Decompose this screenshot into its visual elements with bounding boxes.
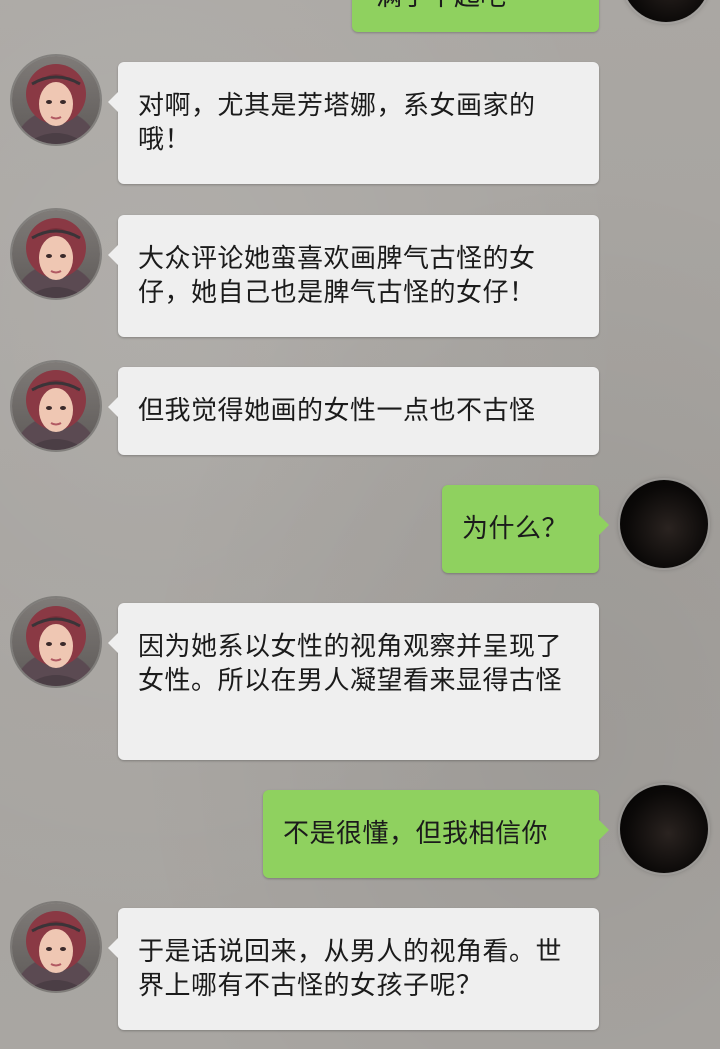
outgoing-message-bubble[interactable]: 为什么？	[442, 485, 609, 573]
contact-avatar[interactable]	[12, 56, 100, 144]
girl-portrait-icon	[26, 911, 86, 991]
self-avatar[interactable]	[622, 0, 710, 22]
message-text: 为什么？	[462, 513, 569, 543]
self-avatar[interactable]	[620, 480, 708, 568]
outgoing-message-bubble[interactable]: 不是很懂，但我相信你	[263, 790, 609, 878]
incoming-message-bubble[interactable]: 于是话说回来，从男人的视角看。世界上哪有不古怪的女孩子呢？	[108, 908, 599, 1030]
message-text: 于是话说回来，从男人的视角看。世界上哪有不古怪的女孩子呢？	[138, 936, 563, 1000]
message-text: 但我觉得她画的女性一点也不古怪	[138, 395, 536, 425]
contact-avatar[interactable]	[12, 362, 100, 450]
incoming-message-bubble[interactable]: 对啊，尤其是芳塔娜，系女画家的哦！	[108, 62, 599, 184]
contact-avatar[interactable]	[12, 903, 100, 991]
self-avatar[interactable]	[620, 785, 708, 873]
girl-portrait-icon	[26, 64, 86, 144]
girl-portrait-icon	[26, 370, 86, 450]
chat-message-list[interactable]: 满了不起吧 对啊，尤其是芳塔娜，系女画家的哦！ 大	[0, 0, 720, 1049]
message-text: 不是很懂，但我相信你	[283, 818, 549, 848]
incoming-message-bubble[interactable]: 但我觉得她画的女性一点也不古怪	[108, 367, 599, 455]
message-text: 大众评论她蛮喜欢画脾气古怪的女仔，她自己也是脾气古怪的女仔！	[138, 243, 536, 307]
incoming-message-bubble[interactable]: 大众评论她蛮喜欢画脾气古怪的女仔，她自己也是脾气古怪的女仔！	[108, 215, 599, 337]
girl-portrait-icon	[26, 606, 86, 686]
message-text: 对啊，尤其是芳塔娜，系女画家的哦！	[138, 90, 536, 154]
message-text: 因为她系以女性的视角观察并呈现了女性。所以在男人凝望看来显得古怪	[138, 631, 563, 695]
incoming-message-bubble[interactable]: 因为她系以女性的视角观察并呈现了女性。所以在男人凝望看来显得古怪	[108, 603, 599, 760]
girl-portrait-icon	[26, 218, 86, 298]
partial-message-text: 满了不起吧	[376, 0, 506, 13]
contact-avatar[interactable]	[12, 210, 100, 298]
contact-avatar[interactable]	[12, 598, 100, 686]
partial-outgoing-bubble[interactable]: 满了不起吧	[352, 0, 599, 32]
